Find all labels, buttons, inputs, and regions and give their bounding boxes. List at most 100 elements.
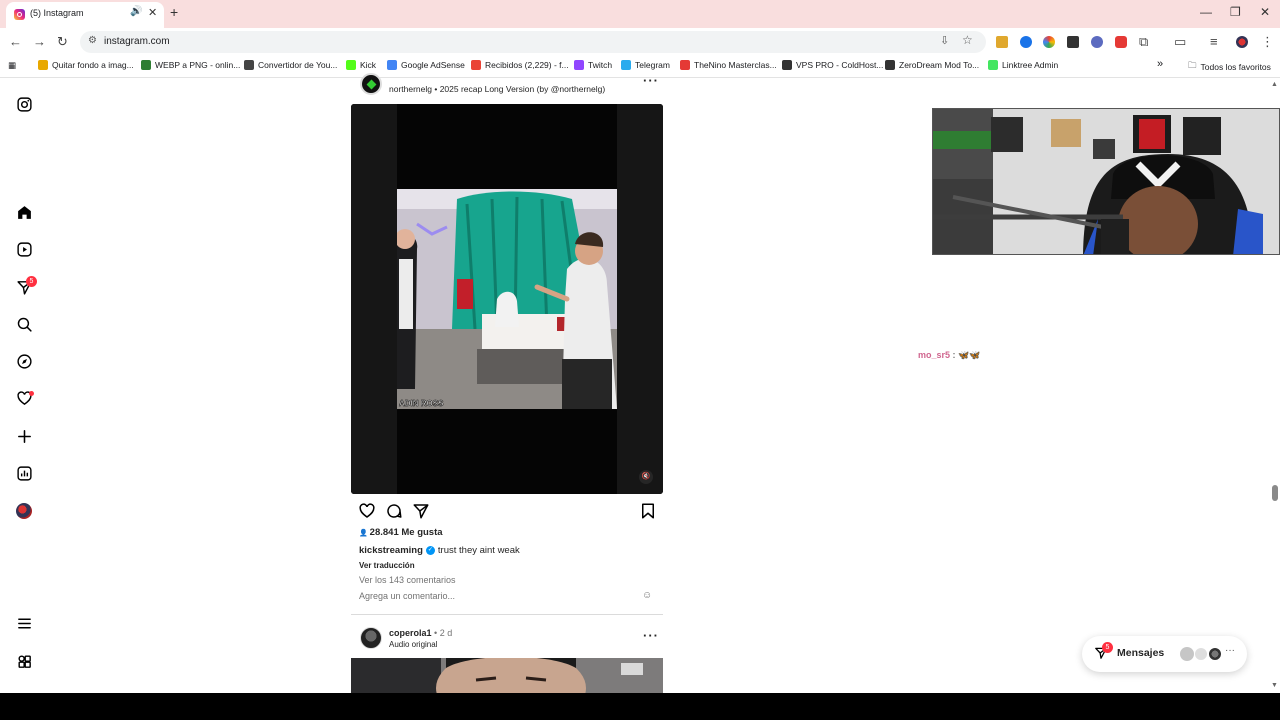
bookmark-label: Quitar fondo a imag... bbox=[52, 60, 134, 70]
media-controls-icon[interactable]: ≡ bbox=[1210, 34, 1218, 49]
conversation-avatar bbox=[1208, 647, 1222, 661]
all-bookmarks-folder[interactable]: 🗀 Todos los favoritos bbox=[1188, 60, 1271, 74]
minimize-icon[interactable]: — bbox=[1200, 5, 1212, 19]
create-plus-icon[interactable] bbox=[14, 426, 34, 446]
extensions-puzzle-icon[interactable]: ⧉ bbox=[1139, 34, 1148, 50]
install-app-icon[interactable]: ⇩ bbox=[940, 34, 949, 47]
emoji-picker-icon[interactable]: ☺ bbox=[642, 590, 652, 601]
back-icon[interactable]: ← bbox=[9, 34, 22, 49]
bookmark-label: Recibidos (2,229) - f... bbox=[485, 60, 569, 70]
bookmark-favicon-icon bbox=[782, 60, 792, 70]
reload-icon[interactable]: ↻ bbox=[57, 34, 68, 50]
bookmark-label: ZeroDream Mod To... bbox=[899, 60, 980, 70]
bookmarks-overflow-icon[interactable]: » bbox=[1157, 58, 1163, 70]
likes-text: 28.841 Me gusta bbox=[369, 527, 443, 538]
chat-username: mo_sr5 bbox=[918, 350, 951, 360]
extension-icon[interactable] bbox=[1043, 36, 1055, 48]
bookmark-item[interactable]: Google AdSense bbox=[387, 60, 465, 70]
likes-count[interactable]: 👤 28.841 Me gusta bbox=[359, 527, 443, 538]
post-username[interactable]: coperola1 bbox=[389, 628, 432, 638]
tab-instagram[interactable]: (5) Instagram 🔊 ✕ bbox=[6, 2, 164, 28]
post-subtitle[interactable]: northernelg • 2025 recap Long Version (b… bbox=[389, 84, 605, 94]
restore-icon[interactable]: ❐ bbox=[1230, 5, 1241, 19]
tab-strip: (5) Instagram 🔊 ✕ + — ❐ ✕ bbox=[0, 0, 1280, 28]
post-media[interactable] bbox=[351, 658, 663, 693]
scrollbar-thumb[interactable] bbox=[1272, 485, 1278, 501]
more-menu-icon[interactable] bbox=[14, 613, 34, 633]
url-text: instagram.com bbox=[104, 36, 170, 47]
post-author-line: coperola1 • 2 d bbox=[389, 628, 452, 638]
messages-count-badge: 5 bbox=[26, 276, 37, 287]
close-window-icon[interactable]: ✕ bbox=[1260, 5, 1270, 19]
reels-icon[interactable] bbox=[14, 239, 34, 259]
bookmark-item[interactable]: Linktree Admin bbox=[988, 60, 1058, 70]
bookmark-item[interactable]: WEBP a PNG - onlin... bbox=[141, 60, 240, 70]
bookmark-favicon-icon bbox=[680, 60, 690, 70]
see-translation-link[interactable]: Ver traducción bbox=[359, 561, 415, 570]
extension-icon[interactable] bbox=[996, 36, 1008, 48]
forward-icon[interactable]: → bbox=[33, 34, 46, 49]
activity-indicator-dot bbox=[29, 391, 34, 396]
site-info-icon[interactable]: ⚙ bbox=[88, 35, 97, 46]
new-tab-button[interactable]: + bbox=[170, 4, 178, 20]
bookmark-star-icon[interactable]: ☆ bbox=[962, 33, 973, 47]
scroll-up-arrow-icon[interactable]: ▲ bbox=[1271, 81, 1278, 88]
bookmark-item[interactable]: Quitar fondo a imag... bbox=[38, 60, 134, 70]
speaker-icon[interactable]: 🔊 bbox=[130, 6, 142, 17]
all-bookmarks-label: Todos los favoritos bbox=[1200, 62, 1271, 72]
extension-icon[interactable] bbox=[1067, 36, 1079, 48]
taskbar-area bbox=[0, 693, 1280, 720]
caption-username[interactable]: kickstreaming bbox=[359, 545, 423, 556]
bookmarks-bar: ▦ Quitar fondo a imag... WEBP a PNG - on… bbox=[0, 56, 1280, 78]
also-from-meta-icon[interactable] bbox=[14, 651, 34, 671]
bookmark-item[interactable]: Kick bbox=[346, 60, 376, 70]
post-author-avatar[interactable] bbox=[360, 73, 382, 95]
bookmark-favicon-icon bbox=[141, 60, 151, 70]
save-bookmark-icon[interactable] bbox=[639, 502, 657, 520]
like-heart-icon[interactable] bbox=[358, 502, 376, 520]
comment-input[interactable]: Agrega un comentario... bbox=[359, 591, 455, 601]
scroll-down-arrow-icon[interactable]: ▼ bbox=[1271, 682, 1278, 689]
bookmark-label: TheNino Masterclas... bbox=[694, 60, 777, 70]
chat-message: 🦋🦋 bbox=[958, 350, 981, 360]
bookmark-item[interactable]: VPS PRO - ColdHost... bbox=[782, 60, 883, 70]
dashboard-chart-icon[interactable] bbox=[14, 463, 34, 483]
profile-avatar[interactable] bbox=[16, 503, 32, 519]
messages-button[interactable]: 5 Mensajes ··· bbox=[1082, 636, 1247, 672]
home-icon[interactable] bbox=[14, 202, 34, 222]
close-tab-icon[interactable]: ✕ bbox=[148, 6, 157, 19]
video-watermark: ADIN ROSS bbox=[399, 399, 444, 408]
post-author-avatar[interactable] bbox=[360, 627, 382, 649]
toolbar: ← → ↻ ⚙ instagram.com ⇩ ☆ ⧉ ▭ ≡ ⋮ bbox=[0, 28, 1280, 56]
post-options-icon[interactable]: ··· bbox=[643, 628, 659, 643]
mute-toggle-icon[interactable]: 🔇 bbox=[639, 470, 653, 484]
bookmark-item[interactable]: ZeroDream Mod To... bbox=[885, 60, 979, 70]
post-options-icon[interactable]: ··· bbox=[643, 73, 659, 88]
bookmark-item[interactable]: Telegram bbox=[621, 60, 670, 70]
side-panel-icon[interactable]: ▭ bbox=[1174, 34, 1186, 50]
post-video[interactable]: ADIN ROSS 🔇 bbox=[351, 104, 663, 494]
extension-icon[interactable] bbox=[1115, 36, 1127, 48]
search-icon[interactable] bbox=[14, 314, 34, 334]
explore-compass-icon[interactable] bbox=[14, 351, 34, 371]
apps-grid-icon[interactable]: ▦ bbox=[8, 60, 16, 71]
bookmark-label: Telegram bbox=[635, 60, 670, 70]
view-comments-link[interactable]: Ver los 143 comentarios bbox=[359, 575, 456, 585]
share-icon[interactable] bbox=[412, 502, 430, 520]
extension-icon[interactable] bbox=[1020, 36, 1032, 48]
bookmark-item[interactable]: Twitch bbox=[574, 60, 612, 70]
post-divider bbox=[351, 614, 663, 615]
post-audio-link[interactable]: Audio original bbox=[389, 640, 437, 649]
bookmark-favicon-icon bbox=[885, 60, 895, 70]
extension-icon[interactable] bbox=[1091, 36, 1103, 48]
profile-avatar-icon[interactable] bbox=[1236, 36, 1248, 48]
instagram-logo-icon[interactable] bbox=[14, 94, 34, 114]
folder-icon: 🗀 bbox=[1188, 60, 1197, 70]
comment-icon[interactable] bbox=[385, 502, 403, 520]
menu-kebab-icon[interactable]: ⋮ bbox=[1261, 34, 1274, 50]
stream-chat-line: mo_sr5 : 🦋🦋 bbox=[918, 350, 980, 361]
bookmark-item[interactable]: Convertidor de You... bbox=[244, 60, 337, 70]
address-bar[interactable]: ⚙ instagram.com ⇩ ☆ bbox=[80, 31, 986, 53]
bookmark-item[interactable]: Recibidos (2,229) - f... bbox=[471, 60, 569, 70]
bookmark-item[interactable]: TheNino Masterclas... bbox=[680, 60, 777, 70]
